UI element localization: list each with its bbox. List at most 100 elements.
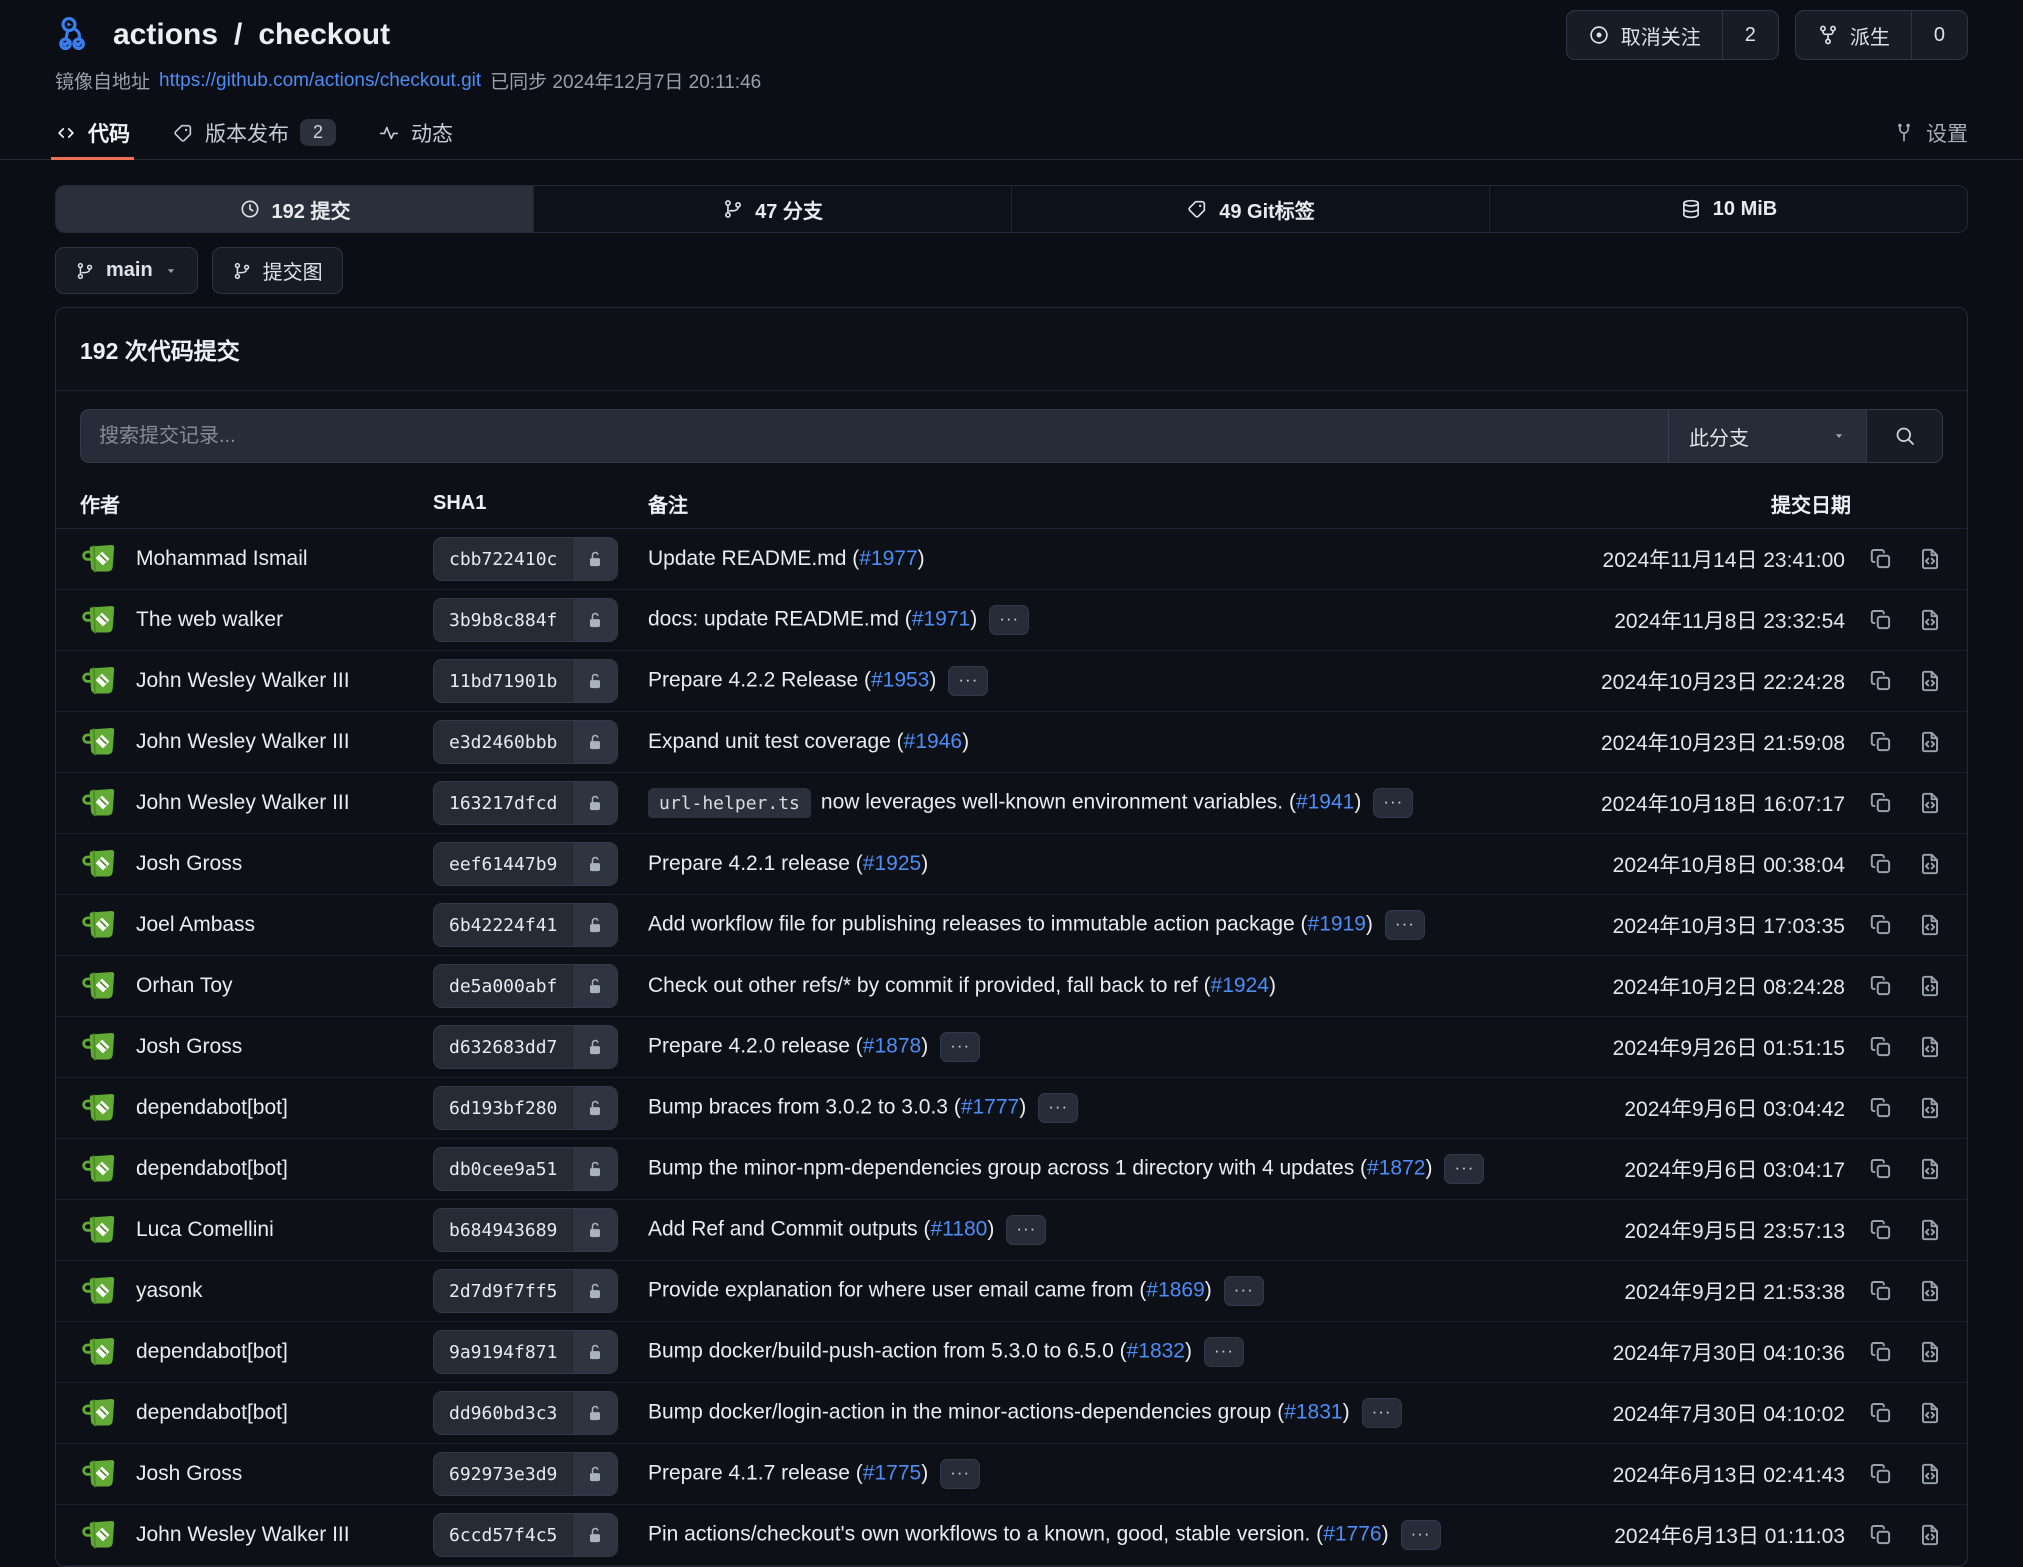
stat-commits[interactable]: 192 提交 bbox=[56, 186, 534, 232]
copy-sha-button[interactable] bbox=[1868, 1095, 1894, 1121]
branch-filter-select[interactable]: 此分支 bbox=[1668, 410, 1866, 462]
commit-author[interactable]: The web walker bbox=[80, 600, 433, 640]
browse-source-button[interactable] bbox=[1917, 1034, 1943, 1060]
unwatch-button[interactable]: 取消关注 2 bbox=[1566, 10, 1779, 60]
sha-chip[interactable]: 692973e3d9 bbox=[433, 1452, 618, 1496]
more-button[interactable]: ··· bbox=[1224, 1276, 1264, 1306]
repo-name-link[interactable]: checkout bbox=[258, 18, 390, 52]
issue-link[interactable]: #1180 bbox=[930, 1218, 987, 1241]
sha-chip[interactable]: e3d2460bbb bbox=[433, 720, 618, 764]
commit-author[interactable]: Josh Gross bbox=[80, 844, 433, 884]
commit-author[interactable]: dependabot[bot] bbox=[80, 1149, 433, 1189]
copy-sha-button[interactable] bbox=[1868, 1522, 1894, 1548]
copy-sha-button[interactable] bbox=[1868, 851, 1894, 877]
copy-sha-button[interactable] bbox=[1868, 973, 1894, 999]
tab-settings[interactable]: 设置 bbox=[1893, 106, 1968, 159]
commit-author[interactable]: John Wesley Walker III bbox=[80, 1515, 433, 1555]
commit-author[interactable]: Luca Comellini bbox=[80, 1210, 433, 1250]
commit-author[interactable]: John Wesley Walker III bbox=[80, 783, 433, 823]
sha-chip[interactable]: de5a000abf bbox=[433, 964, 618, 1008]
issue-link[interactable]: #1872 bbox=[1367, 1157, 1425, 1180]
issue-link[interactable]: #1946 bbox=[904, 730, 962, 753]
sha-chip[interactable]: cbb722410c bbox=[433, 537, 618, 581]
commit-author[interactable]: Josh Gross bbox=[80, 1454, 433, 1494]
sha-value[interactable]: eef61447b9 bbox=[434, 843, 572, 885]
sha-value[interactable]: 2d7d9f7ff5 bbox=[434, 1270, 572, 1312]
browse-source-button[interactable] bbox=[1917, 1522, 1943, 1548]
issue-link[interactable]: #1869 bbox=[1146, 1279, 1204, 1302]
browse-source-button[interactable] bbox=[1917, 1461, 1943, 1487]
sha-value[interactable]: b684943689 bbox=[434, 1209, 572, 1251]
browse-source-button[interactable] bbox=[1917, 790, 1943, 816]
search-input[interactable] bbox=[81, 410, 1668, 462]
sha-value[interactable]: 163217dfcd bbox=[434, 782, 572, 824]
copy-sha-button[interactable] bbox=[1868, 1034, 1894, 1060]
issue-link[interactable]: #1977 bbox=[859, 547, 917, 570]
copy-sha-button[interactable] bbox=[1868, 912, 1894, 938]
sha-value[interactable]: 692973e3d9 bbox=[434, 1453, 572, 1495]
stat-tags[interactable]: 49 Git标签 bbox=[1012, 186, 1490, 232]
copy-sha-button[interactable] bbox=[1868, 1400, 1894, 1426]
sha-chip[interactable]: 3b9b8c884f bbox=[433, 598, 618, 642]
browse-source-button[interactable] bbox=[1917, 546, 1943, 572]
more-button[interactable]: ··· bbox=[1204, 1337, 1244, 1367]
sha-value[interactable]: 11bd71901b bbox=[434, 660, 572, 702]
sha-chip[interactable]: dd960bd3c3 bbox=[433, 1391, 618, 1435]
commit-author[interactable]: Mohammad Ismail bbox=[80, 539, 433, 579]
browse-source-button[interactable] bbox=[1917, 1217, 1943, 1243]
issue-link[interactable]: #1832 bbox=[1127, 1340, 1185, 1363]
browse-source-button[interactable] bbox=[1917, 668, 1943, 694]
browse-source-button[interactable] bbox=[1917, 1156, 1943, 1182]
copy-sha-button[interactable] bbox=[1868, 607, 1894, 633]
more-button[interactable]: ··· bbox=[1006, 1215, 1046, 1245]
tab-activity[interactable]: 动态 bbox=[378, 106, 453, 159]
fork-button[interactable]: 派生 0 bbox=[1795, 10, 1968, 60]
sha-chip[interactable]: 11bd71901b bbox=[433, 659, 618, 703]
browse-source-button[interactable] bbox=[1917, 912, 1943, 938]
sha-value[interactable]: 6d193bf280 bbox=[434, 1087, 572, 1129]
sha-chip[interactable]: 6d193bf280 bbox=[433, 1086, 618, 1130]
issue-link[interactable]: #1919 bbox=[1308, 913, 1366, 936]
sha-value[interactable]: de5a000abf bbox=[434, 965, 572, 1007]
tab-code[interactable]: 代码 bbox=[55, 106, 130, 159]
more-button[interactable]: ··· bbox=[1038, 1093, 1078, 1123]
browse-source-button[interactable] bbox=[1917, 1339, 1943, 1365]
browse-source-button[interactable] bbox=[1917, 851, 1943, 877]
browse-source-button[interactable] bbox=[1917, 973, 1943, 999]
issue-link[interactable]: #1777 bbox=[961, 1096, 1019, 1119]
mirror-url-link[interactable]: https://github.com/actions/checkout.git bbox=[159, 70, 481, 92]
sha-chip[interactable]: 2d7d9f7ff5 bbox=[433, 1269, 618, 1313]
issue-link[interactable]: #1941 bbox=[1296, 791, 1354, 814]
sha-value[interactable]: dd960bd3c3 bbox=[434, 1392, 572, 1434]
copy-sha-button[interactable] bbox=[1868, 1461, 1894, 1487]
more-button[interactable]: ··· bbox=[1444, 1154, 1484, 1184]
commit-author[interactable]: John Wesley Walker III bbox=[80, 722, 433, 762]
more-button[interactable]: ··· bbox=[1401, 1520, 1441, 1550]
more-button[interactable]: ··· bbox=[1385, 910, 1425, 940]
sha-chip[interactable]: 163217dfcd bbox=[433, 781, 618, 825]
sha-chip[interactable]: db0cee9a51 bbox=[433, 1147, 618, 1191]
tab-releases[interactable]: 版本发布 2 bbox=[172, 106, 336, 159]
more-button[interactable]: ··· bbox=[940, 1032, 980, 1062]
browse-source-button[interactable] bbox=[1917, 729, 1943, 755]
sha-value[interactable]: 9a9194f871 bbox=[434, 1331, 572, 1373]
sha-chip[interactable]: d632683dd7 bbox=[433, 1025, 618, 1069]
copy-sha-button[interactable] bbox=[1868, 1278, 1894, 1304]
issue-link[interactable]: #1776 bbox=[1323, 1523, 1381, 1546]
browse-source-button[interactable] bbox=[1917, 607, 1943, 633]
commit-author[interactable]: dependabot[bot] bbox=[80, 1393, 433, 1433]
stat-branches[interactable]: 47 分支 bbox=[534, 186, 1012, 232]
browse-source-button[interactable] bbox=[1917, 1095, 1943, 1121]
commit-author[interactable]: John Wesley Walker III bbox=[80, 661, 433, 701]
issue-link[interactable]: #1775 bbox=[863, 1462, 921, 1485]
sha-chip[interactable]: eef61447b9 bbox=[433, 842, 618, 886]
commit-author[interactable]: Orhan Toy bbox=[80, 966, 433, 1006]
watchers-count[interactable]: 2 bbox=[1722, 11, 1778, 59]
issue-link[interactable]: #1953 bbox=[871, 669, 929, 692]
commit-graph-button[interactable]: 提交图 bbox=[212, 247, 343, 294]
issue-link[interactable]: #1971 bbox=[912, 608, 970, 631]
commit-author[interactable]: Joel Ambass bbox=[80, 905, 433, 945]
sha-value[interactable]: 6b42224f41 bbox=[434, 904, 572, 946]
sha-value[interactable]: d632683dd7 bbox=[434, 1026, 572, 1068]
issue-link[interactable]: #1925 bbox=[863, 852, 921, 875]
